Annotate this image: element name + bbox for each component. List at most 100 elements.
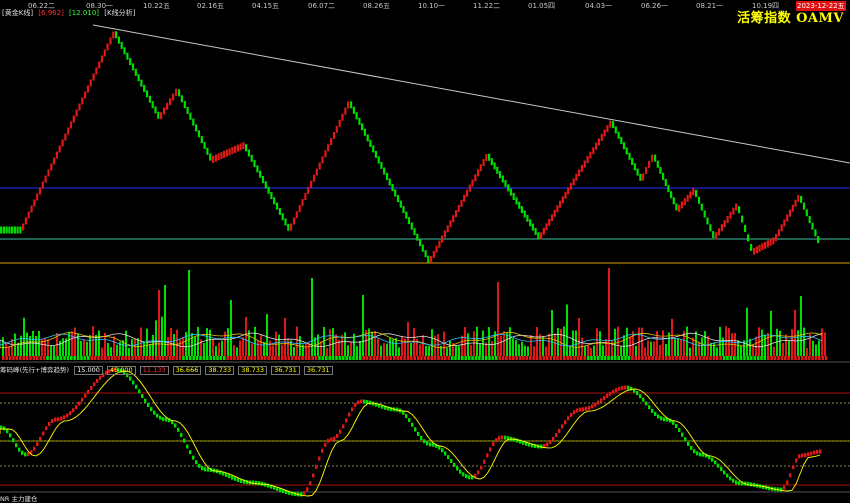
volume-strip-mark bbox=[651, 356, 654, 360]
price-brick bbox=[529, 219, 532, 227]
volume-bar bbox=[197, 326, 199, 356]
volume-strip-mark bbox=[80, 356, 83, 360]
volume-bar bbox=[344, 332, 346, 356]
volume-bar bbox=[35, 336, 37, 356]
price-brick bbox=[468, 184, 471, 192]
volume-bar bbox=[251, 343, 253, 356]
volume-bar bbox=[797, 330, 799, 356]
indicator-mark bbox=[696, 451, 699, 456]
indicator-mark bbox=[462, 472, 465, 477]
volume-bar bbox=[5, 342, 7, 356]
volume-strip-mark bbox=[678, 356, 682, 360]
price-brick bbox=[548, 218, 551, 226]
volume-bar bbox=[644, 347, 646, 356]
indicator-mark bbox=[687, 441, 690, 446]
indicator-mark bbox=[660, 416, 663, 421]
volume-strip-mark bbox=[321, 356, 325, 360]
price-brick bbox=[477, 169, 480, 177]
volume-bar bbox=[665, 344, 667, 356]
volume-bar bbox=[527, 346, 529, 356]
price-brick bbox=[307, 186, 310, 194]
volume-strip-mark bbox=[175, 356, 178, 360]
volume-bar bbox=[176, 329, 178, 356]
indicator-mark bbox=[318, 456, 321, 461]
volume-bar bbox=[773, 346, 775, 356]
volume-bar bbox=[614, 328, 616, 356]
volume-strip-mark bbox=[192, 356, 195, 360]
price-brick bbox=[515, 197, 518, 205]
indicator-mark bbox=[369, 400, 372, 405]
indicator-mark bbox=[348, 412, 351, 417]
price-brick bbox=[651, 154, 654, 162]
volume-bar bbox=[227, 328, 229, 356]
indicator-mark bbox=[780, 487, 783, 492]
price-brick bbox=[628, 152, 631, 160]
volume-strip-mark bbox=[325, 356, 328, 360]
volume-bar bbox=[788, 340, 790, 356]
volume-strip-mark bbox=[250, 356, 253, 360]
volume-bar bbox=[59, 340, 61, 356]
price-brick bbox=[315, 168, 318, 176]
price-brick bbox=[614, 126, 617, 134]
volume-bar bbox=[650, 341, 652, 356]
volume-strip-mark bbox=[433, 356, 437, 360]
price-brick bbox=[180, 95, 183, 103]
volume-strip-mark bbox=[437, 356, 440, 360]
volume-bar bbox=[482, 330, 484, 356]
price-brick bbox=[61, 139, 64, 147]
volume-strip-mark bbox=[263, 356, 267, 360]
indicator-value: 36.731 bbox=[303, 366, 333, 375]
indicator-mark bbox=[501, 435, 504, 440]
price-brick bbox=[553, 209, 556, 217]
price-brick bbox=[231, 147, 234, 155]
volume-bar bbox=[95, 335, 97, 356]
indicator-mark bbox=[177, 427, 180, 432]
volume-bar bbox=[701, 337, 703, 356]
volume-strip-mark bbox=[597, 356, 600, 360]
volume-bar bbox=[473, 331, 475, 356]
volume-strip-mark bbox=[372, 356, 376, 360]
volume-strip-mark bbox=[195, 356, 199, 360]
volume-bar bbox=[551, 310, 553, 356]
price-brick bbox=[247, 149, 250, 157]
volume-bar bbox=[509, 327, 511, 356]
indicator-mark bbox=[414, 427, 417, 432]
volume-strip-mark bbox=[542, 356, 546, 360]
volume-bar bbox=[506, 332, 508, 356]
price-brick bbox=[720, 224, 723, 232]
volume-bar bbox=[623, 335, 625, 356]
volume-strip-mark bbox=[821, 356, 824, 360]
price-brick bbox=[507, 184, 510, 192]
volume-strip-mark bbox=[46, 356, 49, 360]
price-brick bbox=[452, 215, 455, 223]
volume-strip-mark bbox=[467, 356, 471, 360]
volume-strip-mark bbox=[590, 356, 593, 360]
volume-bar bbox=[74, 327, 76, 356]
volume-strip-mark bbox=[726, 356, 729, 360]
volume-bar bbox=[503, 331, 505, 356]
price-brick bbox=[620, 137, 623, 144]
volume-bar bbox=[536, 327, 538, 356]
price-brick bbox=[775, 234, 778, 242]
volume-strip-mark bbox=[692, 356, 695, 360]
indicator-mark bbox=[309, 481, 312, 486]
price-brick bbox=[259, 170, 262, 178]
volume-bar bbox=[761, 329, 763, 356]
price-brick bbox=[126, 52, 129, 60]
volume-bar bbox=[356, 346, 358, 356]
indicator-mark bbox=[612, 389, 615, 394]
volume-strip-mark bbox=[529, 356, 532, 360]
indicator-mark bbox=[495, 438, 498, 443]
volume-bar bbox=[8, 346, 10, 356]
volume-strip-mark bbox=[763, 356, 767, 360]
indicator-mark bbox=[144, 398, 147, 403]
volume-strip-mark bbox=[182, 356, 185, 360]
main-chart[interactable] bbox=[0, 0, 850, 502]
indicator-mark bbox=[789, 473, 792, 478]
volume-bar bbox=[611, 340, 613, 356]
volume-strip-mark bbox=[495, 356, 498, 360]
price-brick bbox=[786, 214, 789, 222]
price-brick bbox=[228, 148, 231, 156]
volume-strip-mark bbox=[580, 356, 583, 360]
volume-bar bbox=[308, 343, 310, 356]
